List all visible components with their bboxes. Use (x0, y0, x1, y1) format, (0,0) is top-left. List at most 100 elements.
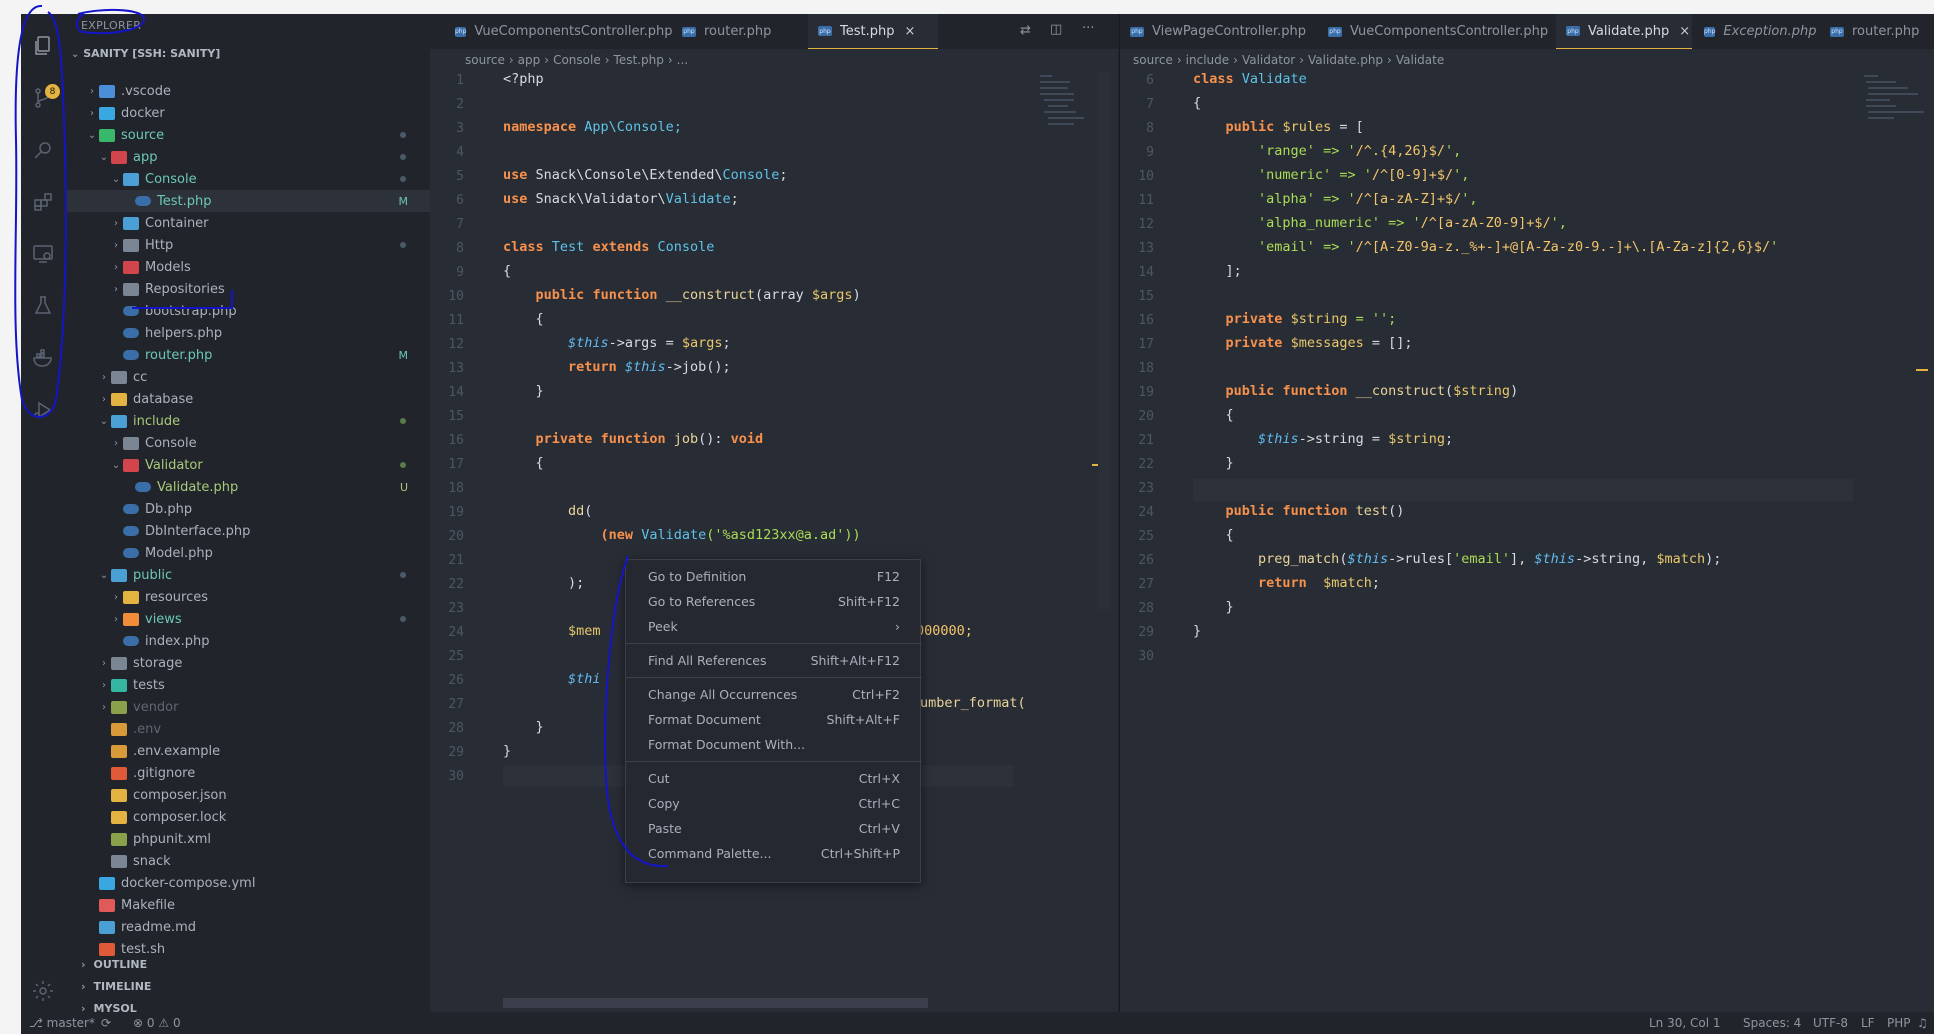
compare-changes-icon[interactable]: ⇄ (1020, 23, 1031, 38)
tree-file-item[interactable]: helpers.php (65, 322, 430, 344)
editor-tab[interactable]: php ViewPageController.php (1120, 14, 1315, 49)
tree-folder-item[interactable]: › Models (65, 256, 430, 278)
breadcrumb-item[interactable]: ... (677, 53, 688, 67)
tree-file-item[interactable]: .env (65, 718, 430, 740)
breadcrumb-item[interactable]: Validator (1242, 53, 1295, 67)
context-menu-item[interactable]: Command Palette... Ctrl+Shift+P (626, 841, 922, 865)
tree-folder-item[interactable]: ⌄ source (65, 124, 430, 146)
tree-file-item[interactable]: .gitignore (65, 762, 430, 784)
tree-file-item[interactable]: Model.php (65, 542, 430, 564)
context-menu-item[interactable]: Change All Occurrences Ctrl+F2 (626, 682, 922, 706)
tree-folder-item[interactable]: ⌄ Validator (65, 454, 430, 476)
tree-folder-item[interactable]: › Container (65, 212, 430, 234)
tree-file-item[interactable]: index.php (65, 630, 430, 652)
tree-folder-item[interactable]: › storage (65, 652, 430, 674)
tree-folder-item[interactable]: › Console (65, 432, 430, 454)
context-menu-item[interactable]: Cut Ctrl+X (626, 766, 922, 790)
tree-folder-item[interactable]: › vendor (65, 696, 430, 718)
tree-folder-item[interactable]: › .vscode (65, 80, 430, 102)
editor-tab[interactable]: php VueComponentsController.php (1318, 14, 1550, 49)
extensions-icon[interactable] (21, 180, 65, 224)
editor-tab[interactable]: php VueComponentsController.php (445, 14, 673, 49)
encoding[interactable]: UTF-8 (1813, 1016, 1848, 1030)
tree-file-item[interactable]: docker-compose.yml (65, 872, 430, 894)
branch-indicator[interactable]: ⎇ master* (29, 1016, 95, 1030)
editor-tab[interactable]: php router.php (672, 14, 802, 49)
tree-folder-item[interactable]: › docker (65, 102, 430, 124)
editor-tab[interactable]: php router.php (1820, 14, 1934, 49)
breadcrumb-item[interactable]: Console (553, 53, 601, 67)
language-mode[interactable]: PHP (1887, 1016, 1911, 1030)
tree-folder-item[interactable]: ⌄ public (65, 564, 430, 586)
context-menu-item[interactable]: Format Document With... (626, 732, 922, 756)
tree-file-item[interactable]: composer.lock (65, 806, 430, 828)
split-editor-icon[interactable]: ◫ (1050, 22, 1062, 37)
close-icon[interactable]: × (1679, 24, 1690, 39)
tree-folder-item[interactable]: ⌄ include (65, 410, 430, 432)
tree-file-item[interactable]: phpunit.xml (65, 828, 430, 850)
breadcrumb-item[interactable]: source (1133, 53, 1173, 67)
breadcrumb-item[interactable]: source (465, 53, 505, 67)
tree-folder-item[interactable]: › cc (65, 366, 430, 388)
breadcrumb-item[interactable]: include (1186, 53, 1229, 67)
testing-icon[interactable] (21, 284, 65, 328)
context-menu-item[interactable]: Copy Ctrl+C (626, 791, 922, 815)
context-menu-item[interactable]: Go to References Shift+F12 (626, 589, 922, 613)
breadcrumb-item[interactable]: app (518, 53, 541, 67)
breadcrumb-item[interactable]: Validate.php (1308, 53, 1383, 67)
tree-file-item[interactable]: DbInterface.php (65, 520, 430, 542)
context-menu-item[interactable]: Paste Ctrl+V (626, 816, 922, 840)
context-menu-item[interactable]: Format Document Shift+Alt+F (626, 707, 922, 731)
breadcrumb-item[interactable]: Test.php (614, 53, 664, 67)
tree-folder-item[interactable]: ⌄ Console (65, 168, 430, 190)
tree-file-item[interactable]: Test.php M (65, 190, 430, 212)
tree-folder-item[interactable]: › tests (65, 674, 430, 696)
minimap-right[interactable] (1860, 71, 1930, 131)
tree-file-item[interactable]: router.php M (65, 344, 430, 366)
tree-folder-item[interactable]: › Http (65, 234, 430, 256)
docker-icon[interactable] (21, 336, 65, 380)
notifications-bell-icon[interactable]: ♫ (1917, 1016, 1928, 1030)
sync-icon[interactable]: ⟳ (101, 1016, 111, 1030)
settings-gear-icon[interactable] (21, 969, 65, 1013)
tree-file-item[interactable]: snack (65, 850, 430, 872)
tree-file-item[interactable]: composer.json (65, 784, 430, 806)
sidebar-section-timeline[interactable]: › TIMELINE (65, 975, 430, 997)
line-ending[interactable]: LF (1861, 1016, 1875, 1030)
sidebar-section-outline[interactable]: › OUTLINE (65, 953, 430, 975)
explorer-icon[interactable] (21, 24, 65, 68)
tree-file-item[interactable]: Validate.php U (65, 476, 430, 498)
breadcrumb-item[interactable]: Validate (1396, 53, 1444, 67)
code-line: private $string = ''; (1193, 311, 1397, 327)
remote-explorer-icon[interactable] (21, 232, 65, 276)
tree-file-item[interactable]: Db.php (65, 498, 430, 520)
tree-folder-item[interactable]: › database (65, 388, 430, 410)
context-menu-item[interactable]: Find All References Shift+Alt+F12 (626, 648, 922, 672)
minimap-left[interactable] (1036, 71, 1106, 131)
cursor-position[interactable]: Ln 30, Col 1 (1649, 1016, 1721, 1030)
source-control-icon[interactable] (21, 76, 65, 120)
problems-indicator[interactable]: ⊗ 0 ⚠ 0 (133, 1016, 181, 1030)
tree-file-item[interactable]: readme.md (65, 916, 430, 938)
more-actions-icon[interactable]: ··· (1082, 21, 1094, 36)
editor-tab[interactable]: php Test.php × (808, 14, 938, 49)
search-icon[interactable] (21, 128, 65, 172)
tree-folder-item[interactable]: › resources (65, 586, 430, 608)
tree-folder-item[interactable]: › Repositories (65, 278, 430, 300)
close-icon[interactable]: × (904, 24, 915, 39)
indentation[interactable]: Spaces: 4 (1743, 1016, 1801, 1030)
vertical-scrollbar[interactable] (1098, 71, 1110, 611)
tree-folder-item[interactable]: › views (65, 608, 430, 630)
horizontal-scrollbar[interactable] (503, 998, 928, 1008)
editor-tab[interactable]: php Validate.php × (1556, 14, 1692, 49)
context-menu-item[interactable]: Peek › (626, 614, 922, 638)
tree-folder-item[interactable]: ⌄ app (65, 146, 430, 168)
tree-file-item[interactable]: bootstrap.php (65, 300, 430, 322)
workspace-root[interactable]: ⌄ SANITY [SSH: SANITY] (71, 47, 220, 60)
tree-file-item[interactable]: .env.example (65, 740, 430, 762)
run-debug-icon[interactable] (21, 388, 65, 432)
tree-file-item[interactable]: Makefile (65, 894, 430, 916)
editor-tab[interactable]: php Exception.php (1694, 14, 1817, 49)
context-menu-item[interactable]: Go to Definition F12 (626, 564, 922, 588)
folder-container-icon (123, 216, 139, 230)
